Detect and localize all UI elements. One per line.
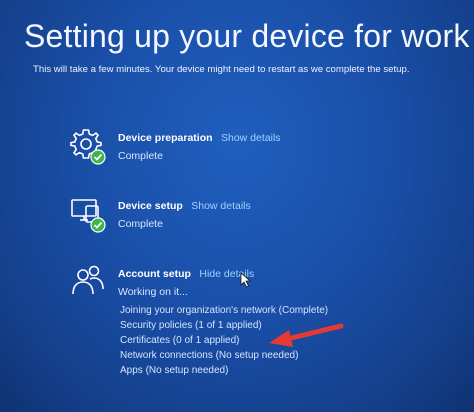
section-status: Working on it... xyxy=(118,286,188,298)
show-details-link[interactable]: Show details xyxy=(191,200,251,212)
detail-item: Joining your organization's network (Com… xyxy=(120,305,329,316)
gear-check-icon xyxy=(70,129,106,165)
red-arrow-icon xyxy=(269,323,344,347)
mouse-pointer-icon xyxy=(240,272,252,288)
section-title: Account setup xyxy=(118,268,191,280)
devices-check-icon xyxy=(71,199,106,233)
section-title: Device setup xyxy=(118,200,183,212)
section-status: Complete xyxy=(118,150,163,162)
page-title: Setting up your device for work xyxy=(24,18,470,54)
detail-item: Apps (No setup needed) xyxy=(120,365,229,376)
autopilot-setup-screen: Setting up your device for work This wil… xyxy=(0,0,474,412)
show-details-link[interactable]: Show details xyxy=(221,132,281,144)
people-icon xyxy=(72,265,104,295)
detail-item: Network connections (No setup needed) xyxy=(120,350,299,361)
section-status: Complete xyxy=(118,218,163,230)
section-title: Device preparation xyxy=(118,132,213,144)
page-subtitle: This will take a few minutes. Your devic… xyxy=(33,64,410,75)
